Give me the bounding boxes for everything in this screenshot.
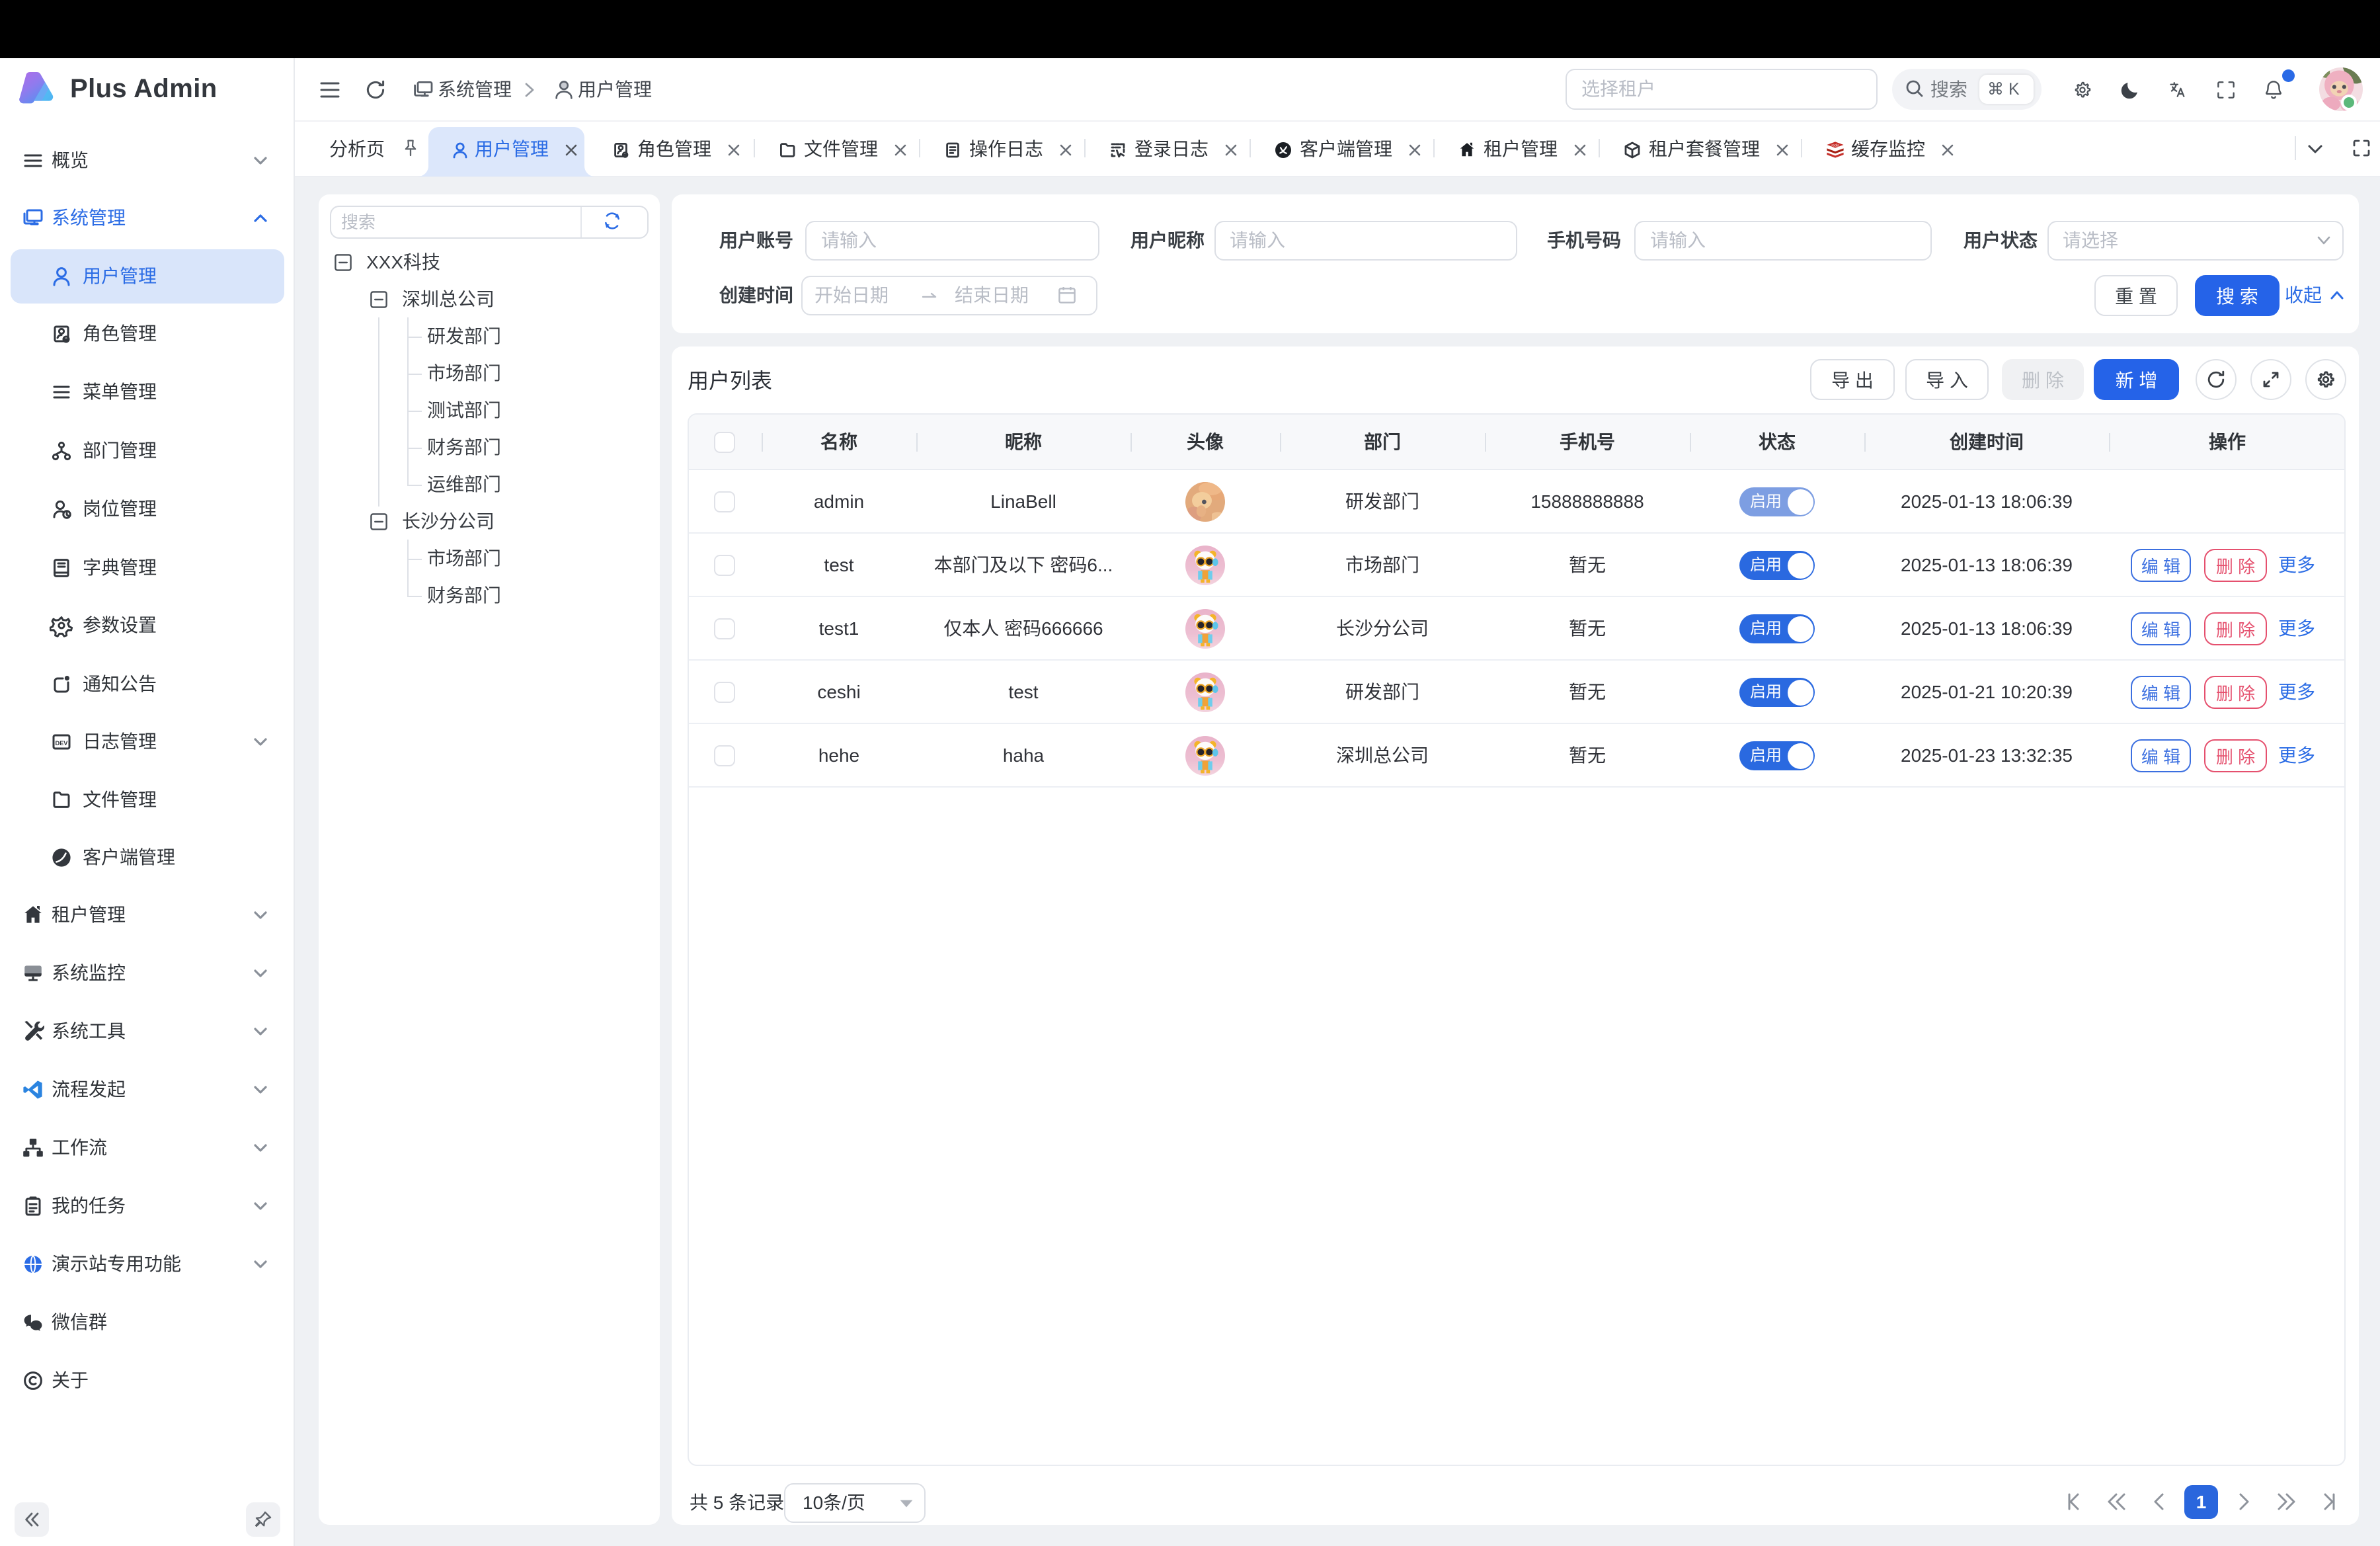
svg-text:DEV: DEV xyxy=(56,740,69,747)
svg-text:redis: redis xyxy=(1831,143,1839,147)
